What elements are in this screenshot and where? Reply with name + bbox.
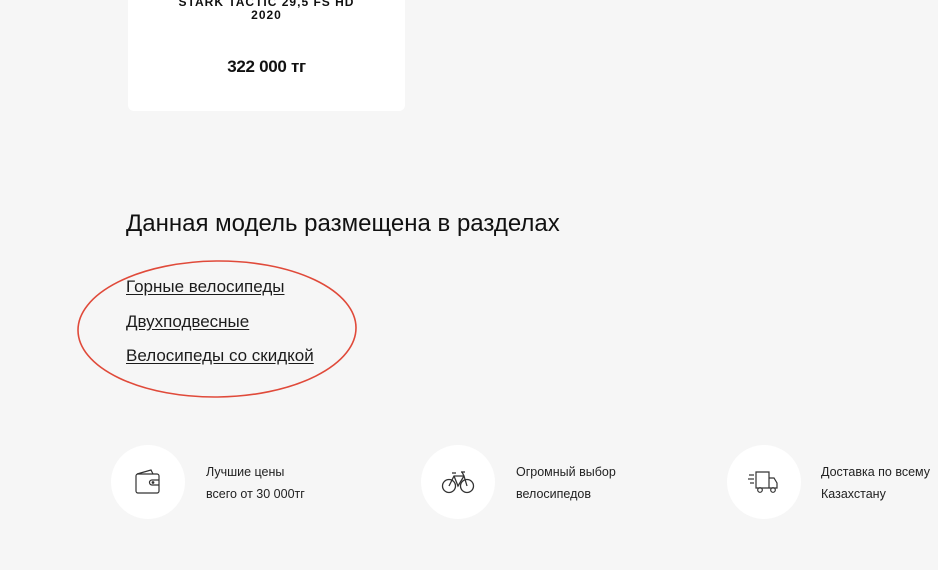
feature-icon-circle: [421, 445, 495, 519]
section-link-item: Двухподвесные: [126, 312, 314, 347]
feature-text: Лучшие цены всего от 30 000тг: [206, 461, 305, 505]
section-link-item: Велосипеды со скидкой: [126, 346, 314, 381]
feature-text: Огромный выбор велосипедов: [516, 461, 616, 505]
feature-subtitle: Казахстану: [821, 487, 886, 501]
feature-title: Доставка по всему: [821, 465, 931, 479]
sections-title: Данная модель размещена в разделах: [126, 210, 560, 237]
delivery-truck-icon: [748, 471, 778, 493]
product-card[interactable]: STARK TACTIC 29,5 FS HD 2020 322 000 тг: [128, 0, 405, 111]
feature-icon-circle: [727, 445, 801, 519]
feature-title: Огромный выбор: [516, 465, 616, 479]
product-price: 322 000 тг: [227, 57, 306, 76]
product-name[interactable]: STARK TACTIC 29,5 FS HD 2020: [148, 0, 385, 22]
section-links-list: Горные велосипеды Двухподвесные Велосипе…: [126, 277, 314, 381]
section-link-mountain-bikes[interactable]: Горные велосипеды: [126, 277, 284, 296]
section-link-full-suspension[interactable]: Двухподвесные: [126, 312, 249, 331]
section-link-discount-bikes[interactable]: Велосипеды со скидкой: [126, 346, 314, 365]
feature-subtitle: всего от 30 000тг: [206, 487, 305, 501]
feature-icon-circle: [111, 445, 185, 519]
wallet-icon: [135, 469, 160, 494]
bicycle-icon: [441, 471, 475, 494]
feature-text: Доставка по всему Казахстану: [821, 461, 930, 505]
feature-title: Лучшие цены: [206, 465, 285, 479]
feature-subtitle: велосипедов: [516, 487, 591, 501]
section-link-item: Горные велосипеды: [126, 277, 314, 312]
